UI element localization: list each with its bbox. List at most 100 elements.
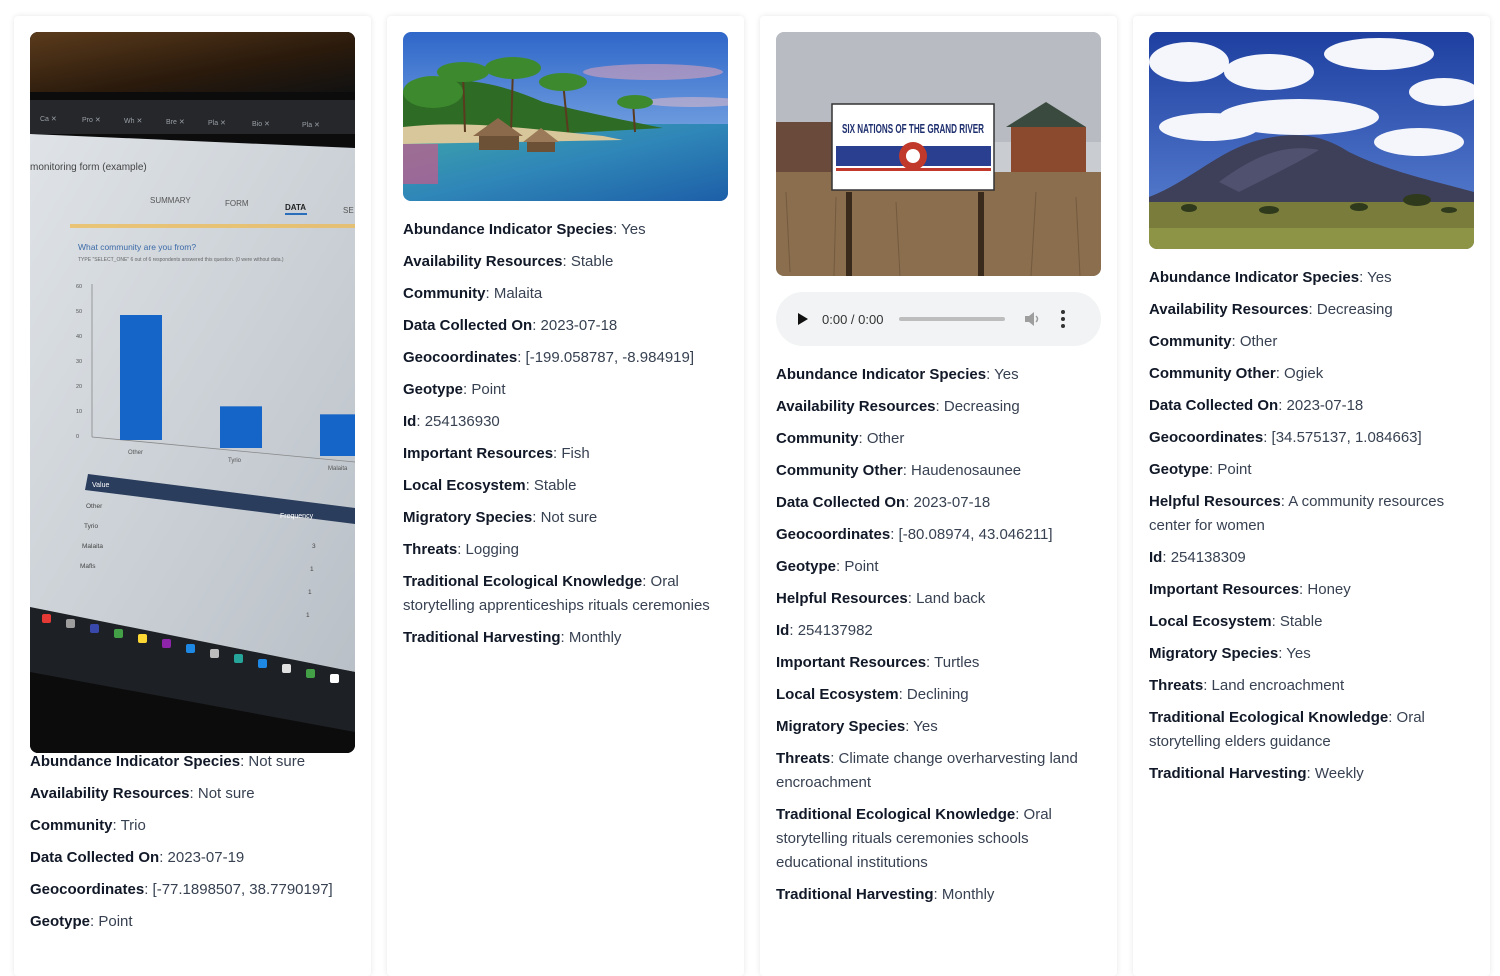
field-label: Traditional Harvesting — [776, 886, 934, 903]
field-value: [34.575137, 1.084663] — [1271, 429, 1422, 446]
field-label: Availability Resources — [1149, 301, 1309, 318]
y-tick-label: 50 — [76, 309, 82, 315]
record-fields: Abundance Indicator Species: Yes Availabi… — [1149, 266, 1474, 794]
field-value: Point — [98, 913, 133, 930]
field-label: Data Collected On — [776, 494, 906, 511]
record-photo[interactable] — [1149, 32, 1474, 249]
record-field: Id: 254137982 — [776, 622, 873, 639]
field-value: 254137982 — [797, 622, 873, 639]
record-field: Data Collected On: 2023-07-18 — [776, 494, 991, 511]
record-photo[interactable]: SIX NATIONS OF THE GRAND RIVER — [776, 32, 1101, 276]
audio-progress-bar[interactable] — [899, 317, 1006, 321]
field-label: Abundance Indicator Species — [30, 753, 241, 770]
field-label: Data Collected On — [30, 849, 160, 866]
record-field: Availability Resources: Not sure — [30, 785, 255, 802]
field-label: Community — [30, 817, 113, 834]
play-icon[interactable] — [798, 313, 808, 325]
table-cell: 1 — [306, 612, 310, 619]
y-tick-label: 60 — [76, 284, 82, 290]
table-cell: Tyrio — [84, 523, 98, 530]
record-field: Abundance Indicator Species: Yes — [403, 221, 646, 238]
record-field: Community: Trio — [30, 817, 146, 834]
field-label: Abundance Indicator Species — [776, 366, 987, 383]
field-value: 2023-07-18 — [540, 317, 618, 334]
field-value: Yes — [994, 366, 1019, 383]
y-tick-label: 10 — [76, 409, 82, 415]
y-tick-label: 40 — [76, 334, 82, 340]
taskbar-app-icon — [330, 674, 339, 683]
taskbar-app-icon — [162, 639, 171, 648]
field-label: Data Collected On — [1149, 397, 1279, 414]
record-field: Data Collected On: 2023-07-19 — [30, 849, 245, 866]
screen-tab: SE — [343, 206, 354, 215]
record-field: Important Resources: Turtles — [776, 654, 980, 671]
field-label: Abundance Indicator Species — [403, 221, 614, 238]
field-label: Community — [776, 430, 859, 447]
record-card: Abundance Indicator Species: Yes Availabi… — [387, 16, 744, 976]
field-value: Stable — [570, 253, 614, 270]
record-field: Geocoordinates: [-199.058787, -8.984919] — [403, 349, 695, 366]
more-options-icon[interactable] — [1061, 310, 1066, 328]
screen-tab: SUMMARY — [150, 196, 191, 205]
field-label: Id — [403, 413, 417, 430]
record-field: Community Other: Haudenosaunee — [776, 462, 1022, 479]
field-label: Migratory Species — [776, 718, 906, 735]
field-label: Important Resources — [403, 445, 554, 462]
record-field: Geotype: Point — [30, 913, 133, 930]
volume-icon[interactable] — [1025, 312, 1041, 326]
field-label: Community Other — [776, 462, 903, 479]
bar-label: Other — [128, 450, 143, 456]
field-value: Monthly — [568, 629, 622, 646]
record-field: Geocoordinates: [-80.08974, 43.046211] — [776, 526, 1053, 543]
page-title-text: monitoring form (example) — [30, 162, 147, 173]
record-field: Helpful Resources: Land back — [776, 590, 986, 607]
taskbar-app-icon — [306, 669, 315, 678]
field-value: Malaita — [493, 285, 543, 302]
record-photo[interactable]: Ca ✕ Pro ✕ Wh ✕ Bre ✕ Pla ✕ Bio ✕ Pla ✕ monit… — [30, 32, 355, 753]
field-label: Threats — [776, 750, 831, 767]
svg-text:Pla ✕: Pla ✕ — [208, 120, 226, 127]
bar — [320, 414, 355, 456]
record-photo[interactable] — [403, 32, 728, 201]
field-label: Traditional Ecological Knowledge — [1149, 709, 1389, 726]
record-fields: Abundance Indicator Species: Yes Availabi… — [776, 363, 1101, 915]
field-label: Community — [403, 285, 486, 302]
field-label: Important Resources — [1149, 581, 1300, 598]
field-value: 254136930 — [424, 413, 500, 430]
field-value: [-80.08974, 43.046211] — [898, 526, 1053, 543]
record-field: Availability Resources: Stable — [403, 253, 614, 270]
svg-text:Bio ✕: Bio ✕ — [252, 121, 270, 128]
field-label: Local Ecosystem — [403, 477, 526, 494]
table-cell: 1 — [308, 589, 312, 596]
field-value: Trio — [120, 817, 146, 834]
bar — [220, 406, 262, 448]
y-tick-label: 20 — [76, 384, 82, 390]
screen-tab: DATA — [285, 203, 306, 212]
field-label: Community Other — [1149, 365, 1276, 382]
field-value: Not sure — [248, 753, 306, 770]
record-field: Geotype: Point — [776, 558, 879, 575]
taskbar-app-icon — [114, 629, 123, 638]
record-field: Important Resources: Honey — [1149, 581, 1351, 598]
field-label: Threats — [403, 541, 458, 558]
field-label: Local Ecosystem — [776, 686, 899, 703]
taskbar-app-icon — [66, 619, 75, 628]
record-field: Id: 254136930 — [403, 413, 500, 430]
record-field: Migratory Species: Not sure — [403, 509, 598, 526]
field-value: Monthly — [941, 886, 995, 903]
table-header: Frequency — [280, 513, 314, 520]
record-field: Threats: Climate change overharvesting l… — [776, 750, 1078, 791]
record-field: Geocoordinates: [-77.1898507, 38.7790197… — [30, 881, 333, 898]
svg-text:Wh ✕: Wh ✕ — [124, 118, 142, 125]
field-label: Community — [1149, 333, 1232, 350]
record-field: Threats: Land encroachment — [1149, 677, 1345, 694]
audio-player[interactable]: 0:00 / 0:00 — [776, 292, 1101, 346]
field-value: Point — [844, 558, 879, 575]
field-value: Ogiek — [1284, 365, 1324, 382]
record-field: Abundance Indicator Species: Yes — [776, 366, 1019, 383]
record-field: Community: Malaita — [403, 285, 543, 302]
field-value: Not sure — [197, 785, 255, 802]
table-cell: Malaita — [82, 543, 103, 550]
laptop-screen-photo: Ca ✕ Pro ✕ Wh ✕ Bre ✕ Pla ✕ Bio ✕ Pla ✕ monit… — [30, 32, 355, 753]
svg-text:Bre ✕: Bre ✕ — [166, 119, 185, 126]
